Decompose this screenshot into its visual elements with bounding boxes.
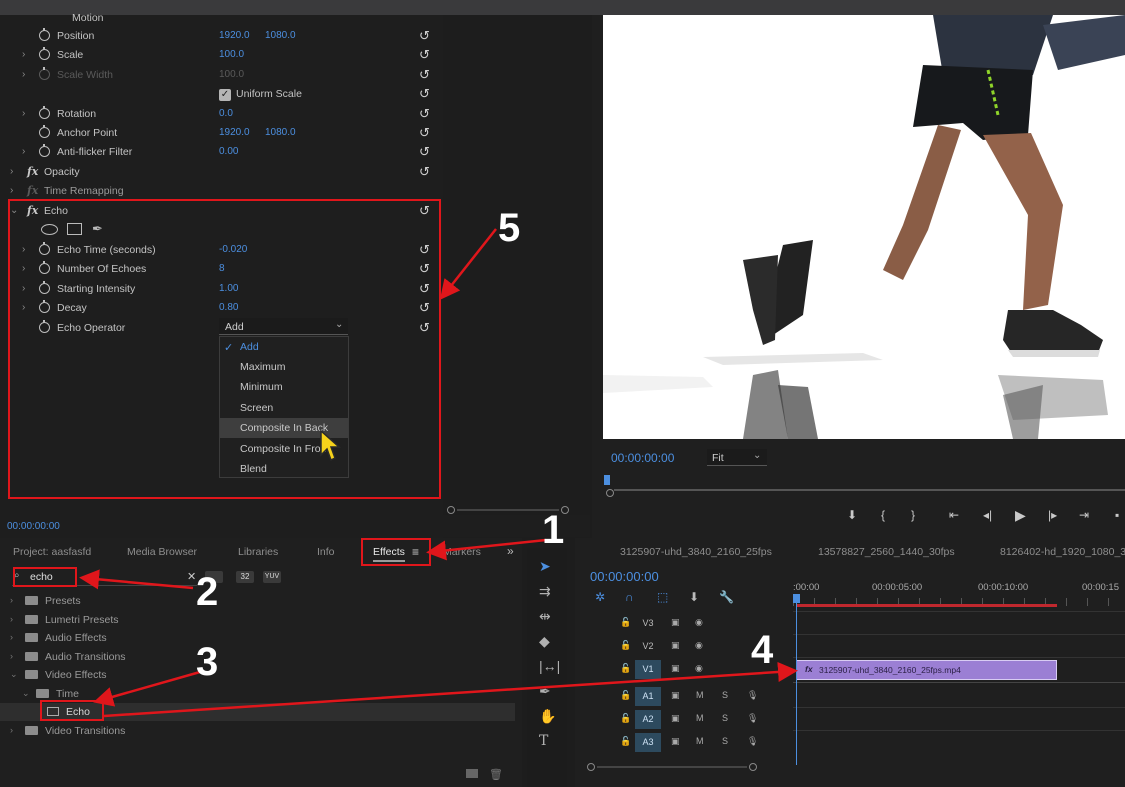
- annotation-number-4: 4: [751, 628, 774, 672]
- annotation-number-2: 2: [196, 570, 219, 614]
- annotation-number-1: 1: [542, 508, 565, 552]
- annotation-arrows: [79, 228, 798, 718]
- annotation-number-5: 5: [498, 206, 521, 250]
- annotation-number-3: 3: [196, 640, 219, 684]
